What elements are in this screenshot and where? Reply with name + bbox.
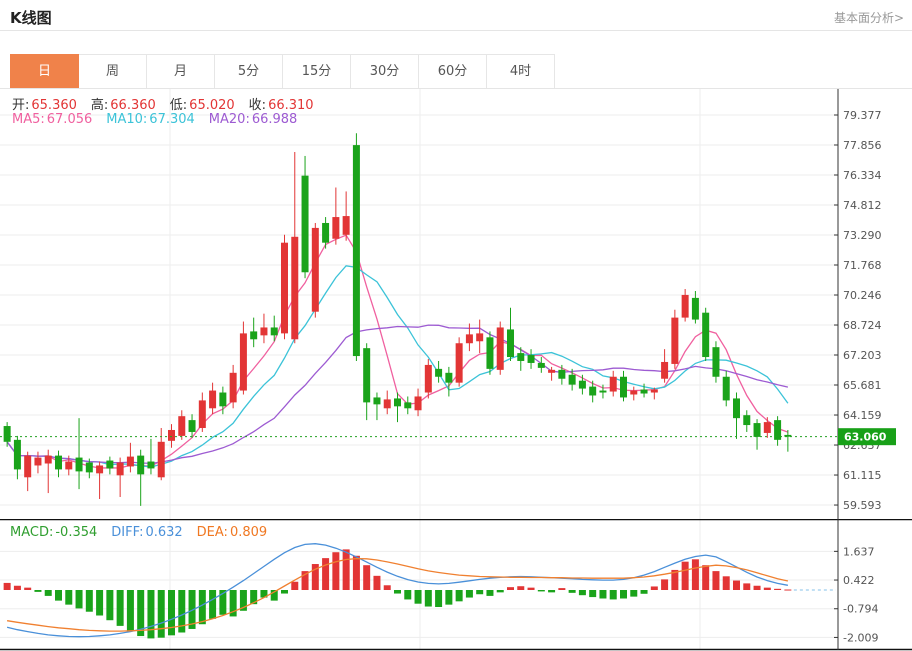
svg-text:70.246: 70.246: [843, 289, 882, 302]
svg-text:59.593: 59.593: [843, 499, 882, 512]
svg-text:67.203: 67.203: [843, 349, 882, 362]
svg-text:74.812: 74.812: [843, 199, 882, 212]
ohlc-high: 高:66.360: [91, 98, 156, 113]
svg-text:64.159: 64.159: [843, 409, 882, 422]
tab-60分[interactable]: 60分: [419, 54, 487, 89]
ma-info-row: MA5:67.056 MA10:67.304 MA20:66.988: [12, 112, 311, 127]
ma20-value: MA20:66.988: [209, 112, 298, 127]
tab-bar: 日周月5分15分30分60分4时: [10, 54, 555, 89]
svg-text:68.724: 68.724: [843, 319, 882, 332]
page-title: K线图: [10, 7, 52, 28]
ohlc-open: 开:65.360: [12, 98, 77, 113]
svg-text:65.681: 65.681: [843, 379, 882, 392]
ohlc-close: 收:66.310: [249, 98, 314, 113]
ohlc-low: 低:65.020: [170, 98, 235, 113]
svg-text:77.856: 77.856: [843, 139, 882, 152]
svg-text:76.334: 76.334: [843, 169, 882, 182]
macd-value: MACD:-0.354: [10, 525, 97, 540]
tab-4时[interactable]: 4时: [487, 54, 555, 89]
candlestick-chart: 79.377 77.856 76.334 74.812 73.290 71.768 70.2…: [0, 89, 912, 519]
chart-area: 79.377 77.856 76.334 74.812 73.290 71.768 70.2…: [0, 89, 912, 651]
svg-text:63.060: 63.060: [844, 431, 887, 444]
tab-15分[interactable]: 15分: [283, 54, 351, 89]
svg-text:0.422: 0.422: [843, 574, 875, 587]
tab-日[interactable]: 日: [10, 54, 79, 89]
tab-30分[interactable]: 30分: [351, 54, 419, 89]
fundamental-analysis-link[interactable]: 基本面分析>: [834, 9, 904, 26]
svg-text:71.768: 71.768: [843, 259, 882, 272]
tab-月[interactable]: 月: [147, 54, 215, 89]
svg-text:73.290: 73.290: [843, 229, 882, 242]
svg-text:79.377: 79.377: [843, 109, 882, 122]
ohlc-info-row: 开:65.360 高:66.360 低:65.020 收:66.310: [12, 94, 328, 113]
ma10-value: MA10:67.304: [106, 112, 195, 127]
ma5-value: MA5:67.056: [12, 112, 92, 127]
page-header: K线图 基本面分析>: [0, 0, 912, 31]
svg-text:61.115: 61.115: [843, 469, 882, 482]
svg-text:1.637: 1.637: [843, 545, 875, 558]
kline-page: K线图 基本面分析> 日周月5分15分30分60分4时 79.377 77.856…: [0, 0, 912, 651]
svg-text:-0.794: -0.794: [843, 603, 878, 616]
diff-value: DIFF:0.632: [111, 525, 182, 540]
dea-value: DEA:0.809: [197, 525, 268, 540]
svg-text:-2.009: -2.009: [843, 631, 878, 644]
tab-5分[interactable]: 5分: [215, 54, 283, 89]
tab-周[interactable]: 周: [79, 54, 147, 89]
macd-info-row: MACD:-0.354 DIFF:0.632 DEA:0.809: [10, 525, 281, 540]
